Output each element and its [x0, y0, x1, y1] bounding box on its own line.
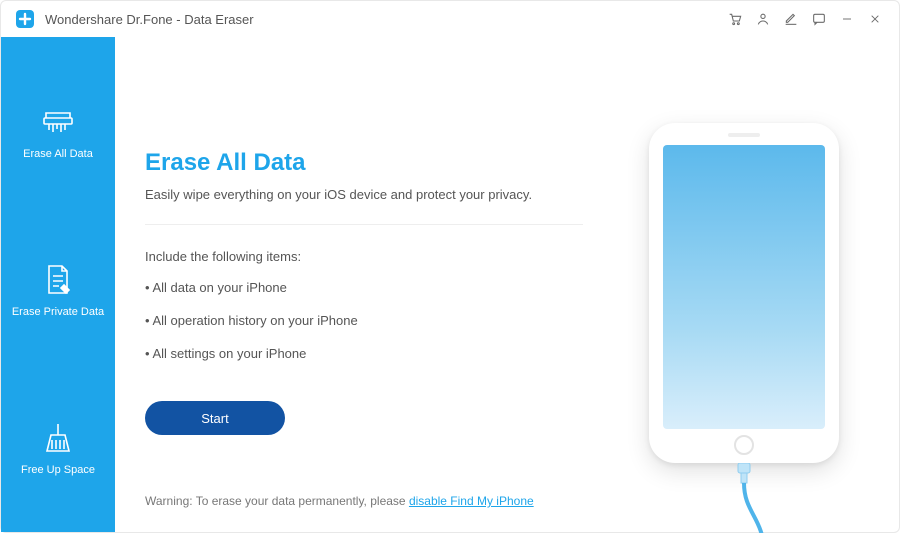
feedback-icon[interactable] [805, 5, 833, 33]
divider [145, 224, 583, 225]
close-icon[interactable] [861, 5, 889, 33]
account-icon[interactable] [749, 5, 777, 33]
sidebar: Erase All Data Erase Private Data [1, 37, 115, 532]
start-button[interactable]: Start [145, 401, 285, 435]
disable-find-my-iphone-link[interactable]: disable Find My iPhone [409, 494, 534, 508]
phone-body [649, 123, 839, 463]
app-window: Wondershare Dr.Fone - Data Eraser [0, 0, 900, 533]
phone-illustration [649, 123, 839, 463]
edit-icon[interactable] [777, 5, 805, 33]
sidebar-item-label: Free Up Space [21, 464, 95, 476]
app-body: Erase All Data Erase Private Data [1, 37, 899, 532]
sidebar-item-label: Erase All Data [23, 148, 93, 160]
phone-screen [663, 145, 825, 429]
sidebar-item-erase-all[interactable]: Erase All Data [1, 92, 115, 172]
cart-icon[interactable] [721, 5, 749, 33]
shredder-icon [38, 102, 78, 142]
minimize-icon[interactable] [833, 5, 861, 33]
phone-speaker [728, 133, 760, 137]
document-edit-icon [38, 260, 78, 300]
window-title: Wondershare Dr.Fone - Data Eraser [45, 12, 254, 27]
warning-text: Warning: To erase your data permanently,… [145, 494, 534, 508]
phone-cable [724, 463, 764, 533]
sidebar-item-label: Erase Private Data [12, 306, 104, 318]
sidebar-item-erase-private[interactable]: Erase Private Data [1, 250, 115, 330]
sidebar-item-free-space[interactable]: Free Up Space [1, 408, 115, 488]
phone-home-button [734, 435, 754, 455]
app-logo-icon [15, 9, 35, 29]
broom-icon [38, 418, 78, 458]
warning-prefix: Warning: To erase your data permanently,… [145, 494, 409, 508]
title-bar: Wondershare Dr.Fone - Data Eraser [1, 1, 899, 37]
main-content: Erase All Data Easily wipe everything on… [115, 37, 899, 532]
